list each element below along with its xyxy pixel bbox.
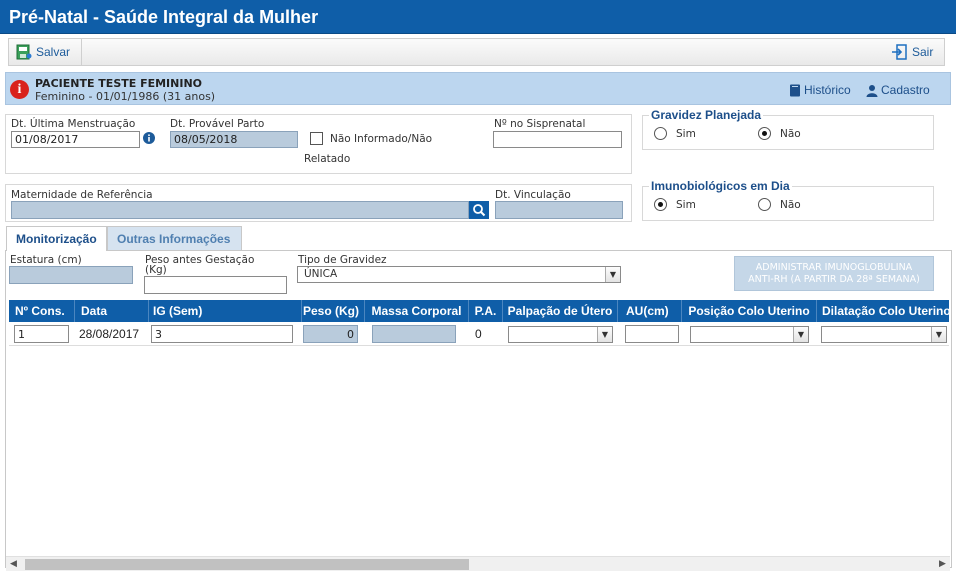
anti-rh-label-1: ADMINISTRAR IMUNOGLOBULINA — [755, 262, 913, 273]
immuno-yes-radio[interactable] — [654, 198, 667, 211]
col-body-mass: Massa Corporal — [365, 300, 469, 322]
height-input[interactable] — [9, 266, 133, 284]
weight-before-unit-label: (Kg) — [145, 264, 167, 276]
dum-input[interactable] — [11, 131, 140, 148]
au-input[interactable] — [625, 325, 679, 343]
register-label: Cadastro — [881, 83, 930, 97]
immuno-no-radio[interactable] — [758, 198, 771, 211]
toolbar-separator — [81, 39, 82, 65]
user-icon — [866, 84, 878, 97]
col-cervix-dilation: Dilatação Colo Uterino — [822, 304, 951, 318]
planned-pregnancy-legend: Gravidez Planejada — [649, 108, 764, 122]
planned-yes-label: Sim — [676, 128, 696, 140]
exit-button[interactable]: Sair — [891, 42, 933, 62]
save-button[interactable]: Salvar — [16, 42, 70, 62]
weight-input[interactable] — [303, 325, 358, 343]
col-au: AU(cm) — [618, 300, 682, 322]
horizontal-scrollbar[interactable]: ◀ ▶ — [6, 556, 950, 571]
dpp-label: Dt. Provável Parto — [170, 118, 265, 130]
book-icon — [790, 84, 800, 96]
immuno-legend: Imunobiológicos em Dia — [649, 179, 792, 193]
planned-no-label: Não — [780, 128, 801, 140]
col-cervix-position: Posição Colo Uterino — [682, 300, 817, 322]
patient-banner: i PACIENTE TESTE FEMININO Feminino - 01/… — [5, 72, 951, 105]
immuno-no-label: Não — [780, 199, 801, 211]
scrollbar-thumb[interactable] — [25, 559, 469, 570]
pregnancy-type-select[interactable]: ÚNICA ▼ — [297, 266, 621, 283]
cons-input[interactable] — [14, 325, 69, 343]
sisprenatal-label: Nº no Sisprenatal — [494, 118, 586, 130]
pregnancy-type-value: ÚNICA — [304, 268, 338, 280]
tab-panel — [5, 250, 952, 568]
col-cons: Nº Cons. — [9, 300, 75, 322]
maternity-label: Maternidade de Referência — [11, 189, 153, 201]
anti-rh-label-2: ANTI-RH (A PARTIR DA 28ª SEMANA) — [748, 274, 920, 285]
pa-cell: 0 — [475, 327, 482, 341]
exit-label: Sair — [912, 45, 934, 59]
col-weight: Peso (Kg) — [302, 300, 365, 322]
link-date-input[interactable] — [495, 201, 623, 219]
planned-yes-radio[interactable] — [654, 127, 667, 140]
palpation-select[interactable]: ▼ — [508, 326, 613, 343]
tab-monitoring[interactable]: Monitorização — [6, 226, 107, 251]
chevron-down-icon: ▼ — [793, 327, 808, 342]
alert-info-icon: i — [10, 80, 29, 99]
maternity-input[interactable] — [11, 201, 469, 219]
anti-rh-button[interactable]: ADMINISTRAR IMUNOGLOBULINA ANTI-RH (A PA… — [734, 256, 934, 291]
register-link[interactable]: Cadastro — [866, 83, 930, 97]
body-mass-input[interactable] — [372, 325, 456, 343]
height-label: Estatura (cm) — [10, 254, 82, 266]
exit-icon — [892, 44, 907, 60]
maternity-search-button[interactable] — [469, 201, 489, 219]
col-pa: P.A. — [469, 300, 503, 322]
scroll-right-icon[interactable]: ▶ — [935, 557, 950, 572]
col-ig: IG (Sem) — [149, 300, 302, 322]
table-header: Nº Cons. Data IG (Sem) Peso (Kg) Massa C… — [9, 300, 951, 322]
weight-before-input[interactable] — [144, 276, 287, 294]
pregnancy-type-label: Tipo de Gravidez — [298, 254, 387, 266]
patient-name: PACIENTE TESTE FEMININO — [35, 77, 203, 90]
immuno-yes-label: Sim — [676, 199, 696, 211]
not-informed-label: Não Informado/Não — [330, 133, 433, 145]
patient-info: Feminino - 01/01/1986 (31 anos) — [35, 90, 216, 103]
not-informed-checkbox[interactable] — [310, 132, 323, 145]
link-date-label: Dt. Vinculação — [495, 189, 571, 201]
dum-label: Dt. Última Menstruação — [11, 118, 136, 130]
col-date: Data — [75, 300, 149, 322]
chevron-down-icon: ▼ — [605, 267, 620, 282]
info-icon[interactable] — [143, 132, 155, 144]
table-row: 28/08/2017 0 ▼ ▼ ▼ — [9, 322, 949, 346]
dpp-input[interactable] — [170, 131, 298, 148]
window-title: Pré-Natal - Saúde Integral da Mulher — [0, 0, 956, 34]
ig-input[interactable] — [151, 325, 293, 343]
save-label: Salvar — [36, 45, 71, 59]
scroll-left-icon[interactable]: ◀ — [6, 557, 21, 572]
chevron-down-icon: ▼ — [597, 327, 612, 342]
cervix-position-select[interactable]: ▼ — [690, 326, 809, 343]
not-informed-label-2: Relatado — [304, 153, 351, 165]
toolbar: Salvar Sair — [8, 38, 945, 66]
history-link[interactable]: Histórico — [789, 83, 851, 97]
search-icon — [473, 204, 486, 217]
chevron-down-icon: ▼ — [931, 327, 946, 342]
tab-other-info[interactable]: Outras Informações — [107, 226, 242, 250]
cervix-dilation-select[interactable]: ▼ — [821, 326, 947, 343]
history-label: Histórico — [804, 83, 851, 97]
planned-no-radio[interactable] — [758, 127, 771, 140]
col-palpation: Palpação de Útero — [503, 300, 618, 322]
sisprenatal-input[interactable] — [493, 131, 622, 148]
date-cell: 28/08/2017 — [79, 327, 140, 341]
save-icon — [16, 44, 32, 60]
